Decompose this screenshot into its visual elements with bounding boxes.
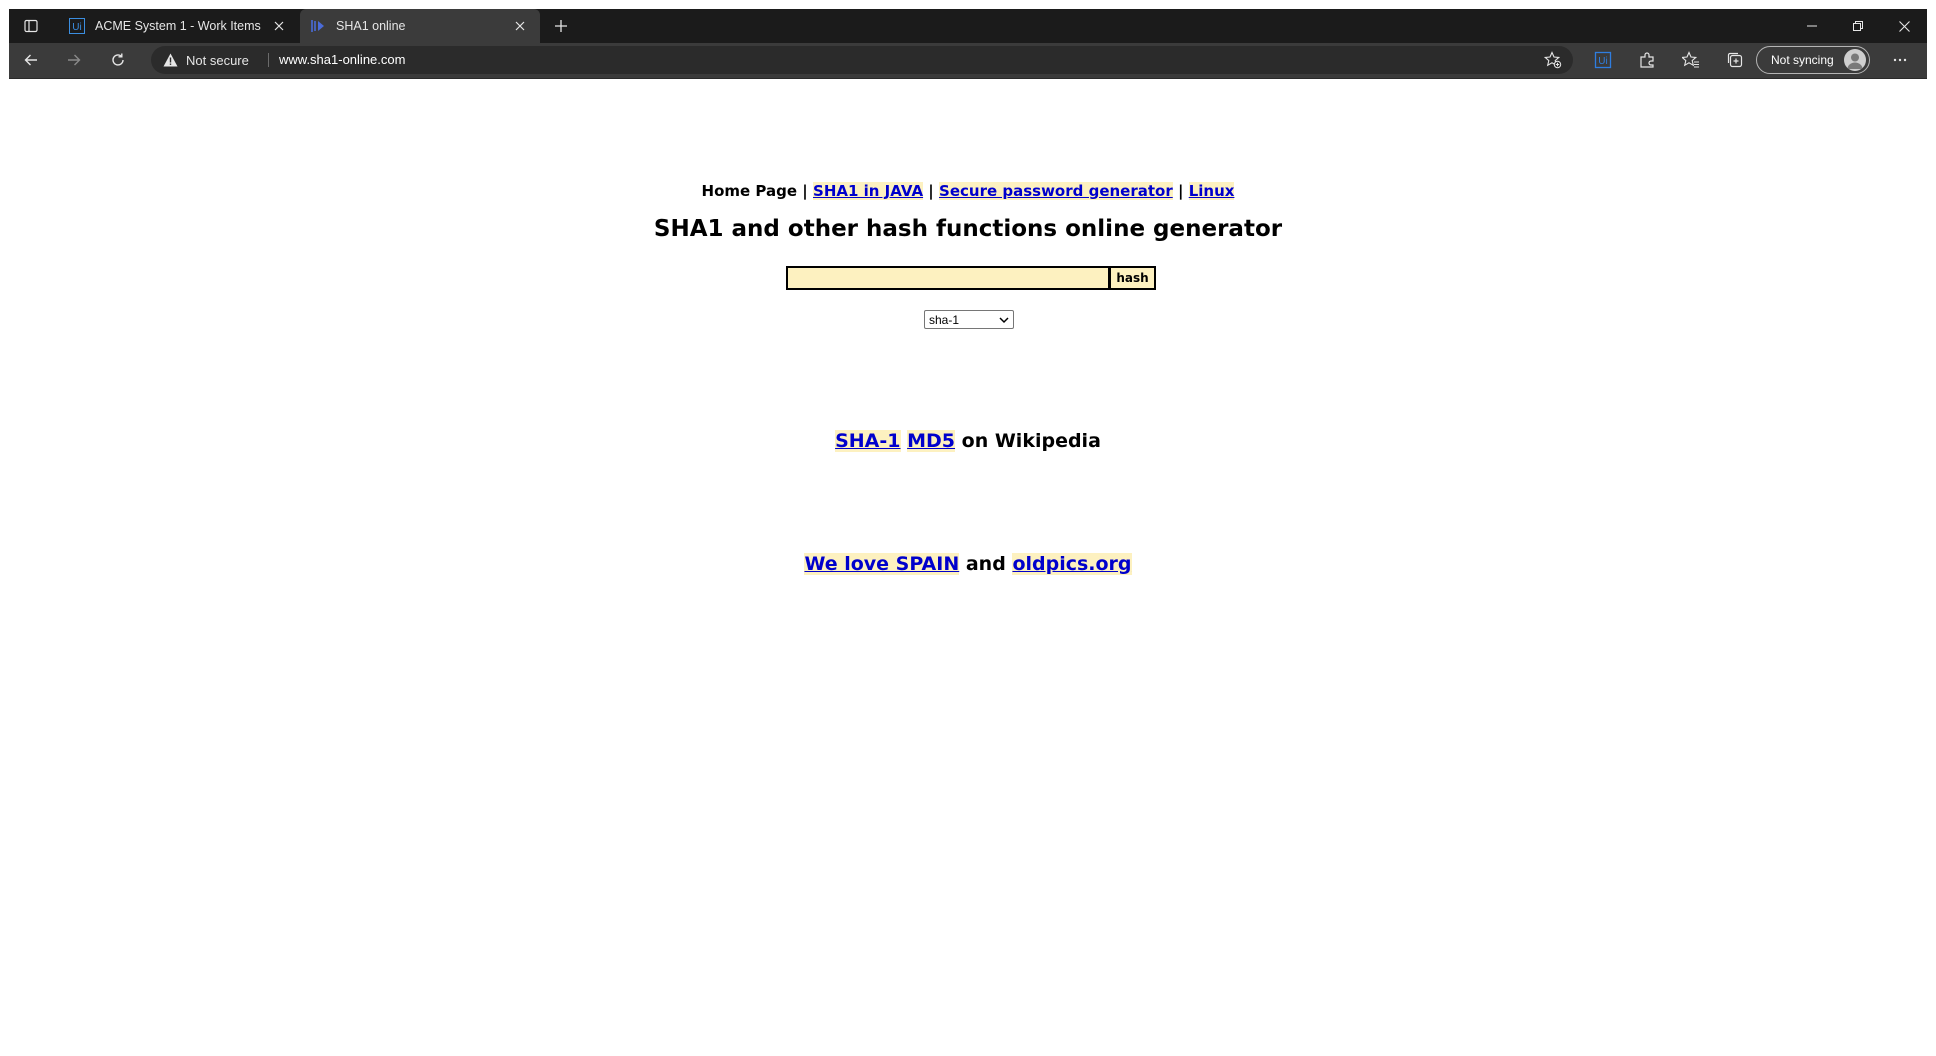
svg-text:Ui: Ui [1598,56,1607,67]
screen: Ui ACME System 1 - Work Items SHA1 onlin… [0,0,1936,1056]
top-nav: Home Page | SHA1 in JAVA | Secure passwo… [9,182,1927,200]
tab-title: ACME System 1 - Work Items [95,19,261,33]
nav-separator: | [1177,182,1184,200]
security-label: Not secure [186,52,249,68]
tab-close-icon[interactable] [267,14,291,38]
hash-button[interactable]: hash [1109,266,1156,290]
page-title: SHA1 and other hash functions online gen… [653,216,1283,242]
promo-link-oldpics[interactable]: oldpics.org [1012,553,1132,575]
promo-middle-text: and [965,553,1006,575]
web-page: Home Page | SHA1 in JAVA | Secure passwo… [9,79,1927,1047]
tab-acme-work-items[interactable]: Ui ACME System 1 - Work Items [59,9,299,43]
extensions-icon[interactable] [1632,46,1662,74]
more-icon[interactable] [1885,46,1915,74]
uipath-extension-icon[interactable]: Ui [1588,46,1618,74]
security-indicator[interactable]: Not secure [163,46,249,74]
new-tab-icon[interactable] [548,14,574,38]
tab-strip: Ui ACME System 1 - Work Items SHA1 onlin… [9,9,1927,43]
add-favorite-icon[interactable] [1541,48,1565,72]
warning-icon [163,53,178,67]
svg-text:Ui: Ui [72,22,81,33]
address-bar[interactable]: Not secure www.sha1-online.com [151,46,1573,74]
algorithm-selected-value: sha-1 [929,312,960,327]
nav-link-linux[interactable]: Linux [1188,182,1235,200]
forward-icon[interactable] [59,46,89,74]
window-controls [1789,9,1927,43]
hash-form: hash [786,266,1156,290]
minimize-icon[interactable] [1789,9,1835,43]
algorithm-select[interactable]: sha-1 [924,310,1014,329]
back-icon[interactable] [16,46,46,74]
browser-window: Ui ACME System 1 - Work Items SHA1 onlin… [9,9,1927,1047]
restore-icon[interactable] [1835,9,1881,43]
tab-actions-icon[interactable] [17,14,45,38]
profile-button[interactable]: Not syncing [1756,46,1870,74]
tab-sha1-online[interactable]: SHA1 online [300,9,540,43]
wiki-link-md5[interactable]: MD5 [907,430,956,452]
profile-label: Not syncing [1771,53,1834,67]
address-separator [268,53,269,67]
promo-link-spain[interactable]: We love SPAIN [804,553,960,575]
close-icon[interactable] [1881,9,1927,43]
promo-links: We love SPAIN and oldpics.org [9,553,1927,575]
collections-icon[interactable] [1720,46,1750,74]
favorites-icon[interactable] [1676,46,1706,74]
url-text[interactable]: www.sha1-online.com [279,46,405,74]
avatar [1844,49,1866,71]
sha1-site-icon [310,18,326,34]
nav-link-password-generator[interactable]: Secure password generator [939,182,1173,200]
nav-separator: | [928,182,934,200]
nav-separator: | [802,182,808,200]
chevron-down-icon [998,314,1010,326]
wiki-link-sha1[interactable]: SHA-1 [835,430,901,452]
refresh-icon[interactable] [103,46,133,74]
wiki-suffix: on Wikipedia [961,430,1101,452]
hash-input[interactable] [786,266,1109,290]
browser-toolbar: Not secure www.sha1-online.com Ui Not sy… [9,43,1927,79]
wikipedia-links: SHA-1 MD5 on Wikipedia [9,430,1927,452]
uipath-ui-icon: Ui [69,18,85,34]
nav-link-sha1-java[interactable]: SHA1 in JAVA [813,182,924,200]
tab-close-icon[interactable] [508,14,532,38]
tab-title: SHA1 online [336,19,406,33]
nav-home-label: Home Page [701,182,798,200]
